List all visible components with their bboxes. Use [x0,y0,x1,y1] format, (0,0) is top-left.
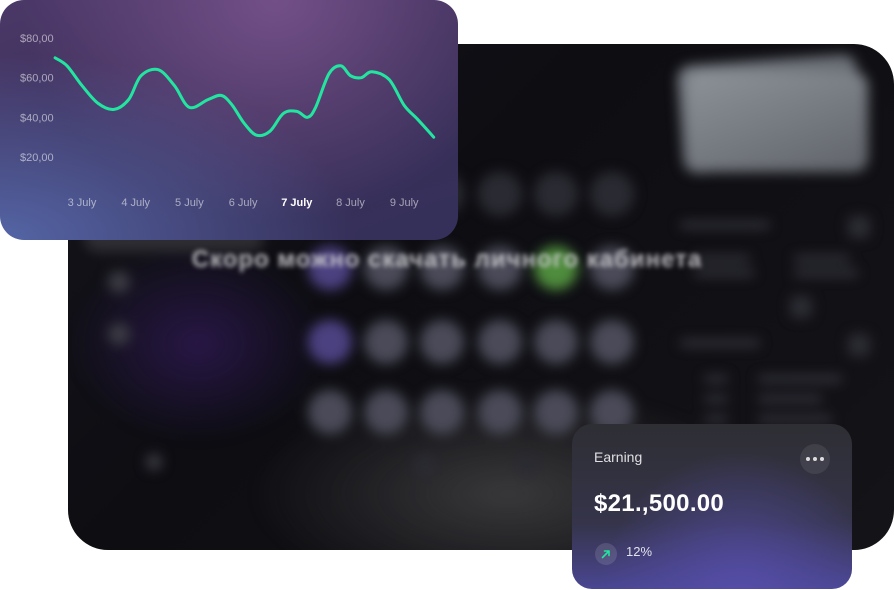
pagination-dot [414,454,436,476]
calendar-day [478,390,522,434]
calendar-day [364,320,408,364]
x-tick-label[interactable]: 3 July [68,197,97,209]
calendar-day [364,390,408,434]
y-tick-label: $60,00 [20,73,54,85]
x-tick-label[interactable]: 5 July [175,197,204,209]
calendar-day [590,320,634,364]
page: Скоро можно скачать личного кабинета $80… [0,0,894,590]
calendar-day [420,390,464,434]
x-tick-label[interactable]: 4 July [121,197,150,209]
x-tick-label[interactable]: 9 July [390,197,419,209]
more-dots-icon[interactable] [800,444,830,474]
calendar-day [478,320,522,364]
calendar-day [534,172,578,216]
calendar-day [478,172,522,216]
earning-change-percent: 12% [626,544,653,559]
calendar-day [308,320,352,364]
y-tick-label: $40,00 [20,112,54,124]
price-line-chart: $80,00 $60,00 $40,00 $20,00 3 July 4 July 5 Ju… [20,33,436,209]
earning-amount: $21.,500.00 [594,490,725,517]
y-tick-label: $20,00 [20,152,54,164]
price-series-line [53,56,436,139]
coming-soon-headline: Скоро можно скачать личного кабинета [191,246,703,273]
earning-card: Earning $21.,500.00 12% [572,424,852,589]
calendar-day [534,320,578,364]
calendar-day [590,172,634,216]
arrow-up-right-icon [595,543,617,565]
calendar-day [308,390,352,434]
y-tick-label: $80,00 [20,33,54,45]
logout-item [146,454,162,470]
calendar-day [534,390,578,434]
calendar-day [420,320,464,364]
x-tick-label[interactable]: 8 July [336,197,365,209]
price-chart-card: $80,00 $60,00 $40,00 $20,00 3 July 4 July 5 Ju… [0,0,458,240]
earning-title: Earning [594,449,643,465]
sidebar-item [108,322,130,346]
pagination-dot [516,454,538,476]
bank-card-front [688,72,868,172]
x-tick-label[interactable]: 6 July [229,197,258,209]
x-tick-label[interactable]: 7 July [281,197,313,209]
